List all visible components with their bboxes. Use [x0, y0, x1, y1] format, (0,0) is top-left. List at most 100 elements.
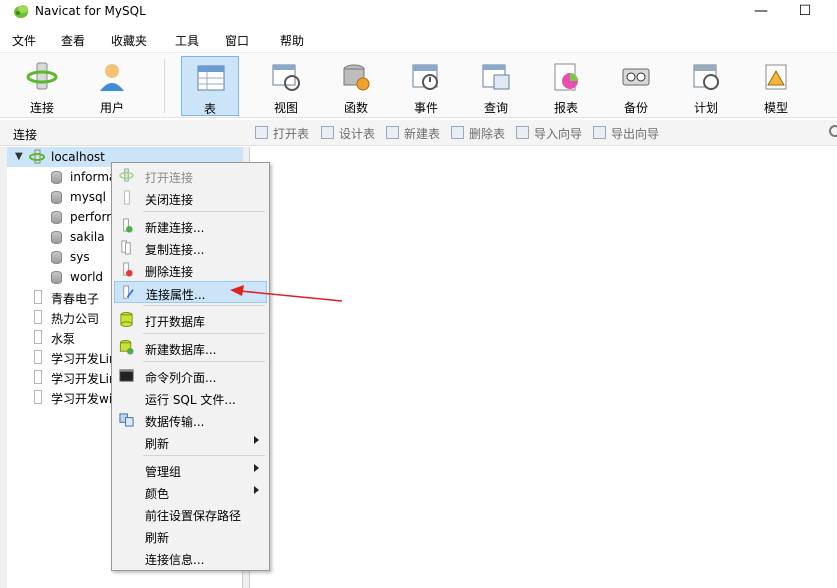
menu-duplicate-connection[interactable]: 复制连接... — [114, 237, 267, 259]
toolbar-query-button[interactable]: 查询 — [467, 56, 525, 116]
menu-open-connection[interactable]: 打开连接 — [114, 165, 267, 187]
data-transfer-icon — [119, 413, 134, 427]
toolbar-label: 备份 — [623, 101, 648, 115]
tree-label: 青春电子 — [51, 292, 100, 306]
console-icon — [119, 369, 134, 382]
toolbar-user-button[interactable]: 用户 — [83, 56, 141, 116]
toolbar-backup-button[interactable]: 备份 — [607, 56, 665, 116]
connection-properties-icon — [123, 285, 134, 299]
menu-favorites[interactable]: 收藏夹 — [111, 32, 147, 49]
connection-active-icon — [29, 149, 45, 164]
database-icon — [51, 171, 62, 184]
menu-color[interactable]: 颜色 — [114, 481, 267, 503]
toolbar-model-button[interactable]: 模型 — [747, 56, 805, 116]
menu-file[interactable]: 文件 — [12, 32, 36, 49]
window-title: Navicat for MySQL — [35, 4, 146, 18]
table-icon — [197, 65, 225, 91]
tree-label: world — [70, 270, 104, 284]
submenu-arrow-icon — [254, 486, 259, 494]
query-icon — [482, 64, 510, 90]
menu-data-transfer[interactable]: 数据传输... — [114, 409, 267, 431]
object-list-panel[interactable] — [249, 147, 837, 588]
toolbar-label: 函数 — [343, 101, 368, 115]
tree-label: localhost — [51, 150, 105, 164]
report-icon — [554, 63, 578, 91]
tree-label: 学习开发Lin — [51, 372, 117, 386]
maximize-button[interactable]: ☐ — [782, 0, 828, 24]
open-database-icon — [120, 312, 133, 327]
navicat-window: Navicat for MySQL — ☐ 文件 查看 收藏夹 工具 窗口 帮助… — [0, 0, 837, 588]
connection-icon — [34, 290, 42, 304]
submenu-arrow-icon — [254, 436, 259, 444]
menu-close-connection[interactable]: 关闭连接 — [114, 187, 267, 209]
database-icon — [51, 211, 62, 224]
chevron-down-icon[interactable]: ▼ — [15, 151, 23, 162]
toolbar-schedule-button[interactable]: 计划 — [677, 56, 735, 116]
view-icon — [272, 64, 300, 91]
main-toolbar: 连接 用户 表 视图 函数 事件 查询 报表 备份 计划 模型 — [0, 52, 837, 118]
minimize-button[interactable]: — — [738, 0, 784, 24]
database-icon — [51, 191, 62, 204]
delete-connection-icon — [123, 262, 133, 277]
title-bar: Navicat for MySQL — ☐ — [0, 0, 837, 24]
search-icon[interactable] — [829, 125, 837, 137]
toolbar-event-button[interactable]: 事件 — [397, 56, 455, 116]
duplicate-connection-icon — [121, 240, 131, 255]
export-wizard-icon — [593, 126, 606, 139]
menu-delete-connection[interactable]: 删除连接 — [114, 259, 267, 281]
design-table-icon — [321, 126, 334, 139]
menu-new-connection[interactable]: 新建连接... — [114, 215, 267, 237]
menu-tools[interactable]: 工具 — [175, 32, 199, 49]
toolbar-label: 计划 — [693, 101, 718, 115]
tree-label: mysql — [70, 190, 106, 204]
menu-connection-properties[interactable]: 连接属性... — [114, 281, 267, 303]
toolbar-label: 用户 — [99, 101, 124, 115]
import-wizard-icon — [516, 126, 529, 139]
menu-separator — [143, 361, 265, 362]
connections-header: 连接 — [13, 128, 38, 142]
toolbar-label: 表 — [203, 102, 216, 116]
tree-label: sys — [70, 250, 90, 264]
menu-refresh[interactable]: 刷新 — [114, 525, 267, 547]
toolbar-label: 查询 — [483, 101, 508, 115]
close-connection-icon — [124, 190, 130, 205]
menu-go-to-save-path[interactable]: 前往设置保存路径 — [114, 503, 267, 525]
connection-icon — [34, 390, 42, 404]
menu-window[interactable]: 窗口 — [225, 32, 249, 49]
toolbar-table-button[interactable]: 表 — [181, 56, 239, 116]
tree-label: 水泵 — [51, 332, 76, 346]
connection-icon — [34, 370, 42, 384]
menu-connection-info[interactable]: 连接信息... — [114, 547, 267, 569]
tree-label: informa — [70, 170, 117, 184]
new-table-icon — [386, 126, 399, 139]
backup-icon — [622, 68, 650, 86]
menu-open-database[interactable]: 打开数据库 — [114, 309, 267, 331]
new-database-icon — [119, 340, 134, 355]
delete-table-icon — [451, 126, 464, 139]
menu-manage-group[interactable]: 管理组 — [114, 459, 267, 481]
menu-command-line[interactable]: 命令列介面... — [114, 365, 267, 387]
menu-bar: 文件 查看 收藏夹 工具 窗口 帮助 — [0, 28, 837, 50]
left-edge — [0, 147, 7, 588]
function-icon — [343, 64, 370, 91]
menu-run-sql-file[interactable]: 运行 SQL 文件... — [114, 387, 267, 409]
toolbar-label: 报表 — [553, 101, 578, 115]
connection-icon — [26, 62, 58, 90]
new-connection-icon — [123, 218, 133, 233]
menu-separator — [143, 455, 265, 456]
menu-help[interactable]: 帮助 — [280, 32, 304, 49]
menu-separator — [143, 211, 265, 212]
connection-icon — [34, 350, 42, 364]
toolbar-report-button[interactable]: 报表 — [537, 56, 595, 116]
toolbar-label: 模型 — [763, 101, 788, 115]
toolbar-connection-button[interactable]: 连接 — [13, 56, 71, 116]
menu-refresh-submenu[interactable]: 刷新 — [114, 431, 267, 453]
event-icon — [412, 64, 438, 90]
menu-view[interactable]: 查看 — [61, 32, 85, 49]
submenu-arrow-icon — [254, 464, 259, 472]
menu-new-database[interactable]: 新建数据库... — [114, 337, 267, 359]
toolbar-function-button[interactable]: 函数 — [327, 56, 385, 116]
database-icon — [51, 251, 62, 264]
menu-separator — [143, 333, 265, 334]
toolbar-view-button[interactable]: 视图 — [257, 56, 315, 116]
